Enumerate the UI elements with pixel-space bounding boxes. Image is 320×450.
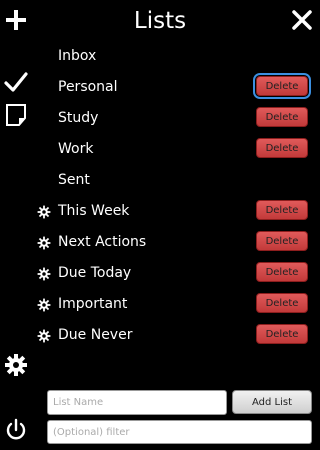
filter-gear-icon	[37, 204, 51, 219]
delete-button[interactable]: Delete	[253, 73, 311, 99]
filter-gear-icon	[37, 328, 51, 343]
list-item[interactable]: Due Today Delete	[32, 258, 320, 289]
list-item[interactable]: Sent	[32, 165, 320, 196]
delete-button[interactable]: Delete	[256, 231, 308, 251]
filter-gear-icon	[37, 266, 51, 281]
page-title: Lists	[133, 8, 187, 34]
list-item[interactable]: Important Delete	[32, 289, 320, 320]
list-item[interactable]: Due Never Delete	[32, 320, 320, 351]
gear-icon[interactable]	[4, 353, 28, 377]
list-item-label: Important	[58, 296, 128, 312]
filter-input[interactable]	[47, 420, 312, 444]
delete-button[interactable]: Delete	[256, 262, 308, 282]
filter-gear-icon	[37, 297, 51, 312]
delete-button[interactable]: Delete	[256, 200, 308, 220]
list-item-label: Due Never	[58, 327, 133, 343]
list-item-label: Study	[58, 110, 99, 126]
delete-button[interactable]: Delete	[256, 293, 308, 313]
list-item[interactable]: This Week Delete	[32, 196, 320, 227]
close-icon[interactable]	[290, 8, 314, 32]
filter-gear-icon	[37, 235, 51, 250]
list-item[interactable]: Study Delete	[32, 103, 320, 134]
list-item-label: Personal	[58, 79, 118, 95]
sidebar	[0, 0, 32, 450]
list-name-input[interactable]	[47, 390, 227, 415]
delete-button[interactable]: Delete	[256, 138, 308, 158]
list-item-label: Inbox	[58, 48, 97, 64]
list-item[interactable]: Personal Delete	[32, 72, 320, 103]
list-item[interactable]: Work Delete	[32, 134, 320, 165]
delete-button[interactable]: Delete	[256, 107, 308, 127]
note-icon[interactable]	[4, 103, 28, 127]
checkmark-icon[interactable]	[4, 70, 28, 94]
list-item-label: Sent	[58, 172, 90, 188]
add-list-button[interactable]: Add List	[232, 390, 312, 414]
list-item[interactable]: Next Actions Delete	[32, 227, 320, 258]
delete-button[interactable]: Delete	[256, 324, 308, 344]
list-item-label: Due Today	[58, 265, 132, 281]
list-item-label: Work	[58, 141, 94, 157]
list-item-label: This Week	[58, 203, 130, 219]
list-item[interactable]: Inbox	[32, 41, 320, 72]
power-icon[interactable]	[4, 418, 28, 442]
list-item-label: Next Actions	[58, 234, 147, 250]
